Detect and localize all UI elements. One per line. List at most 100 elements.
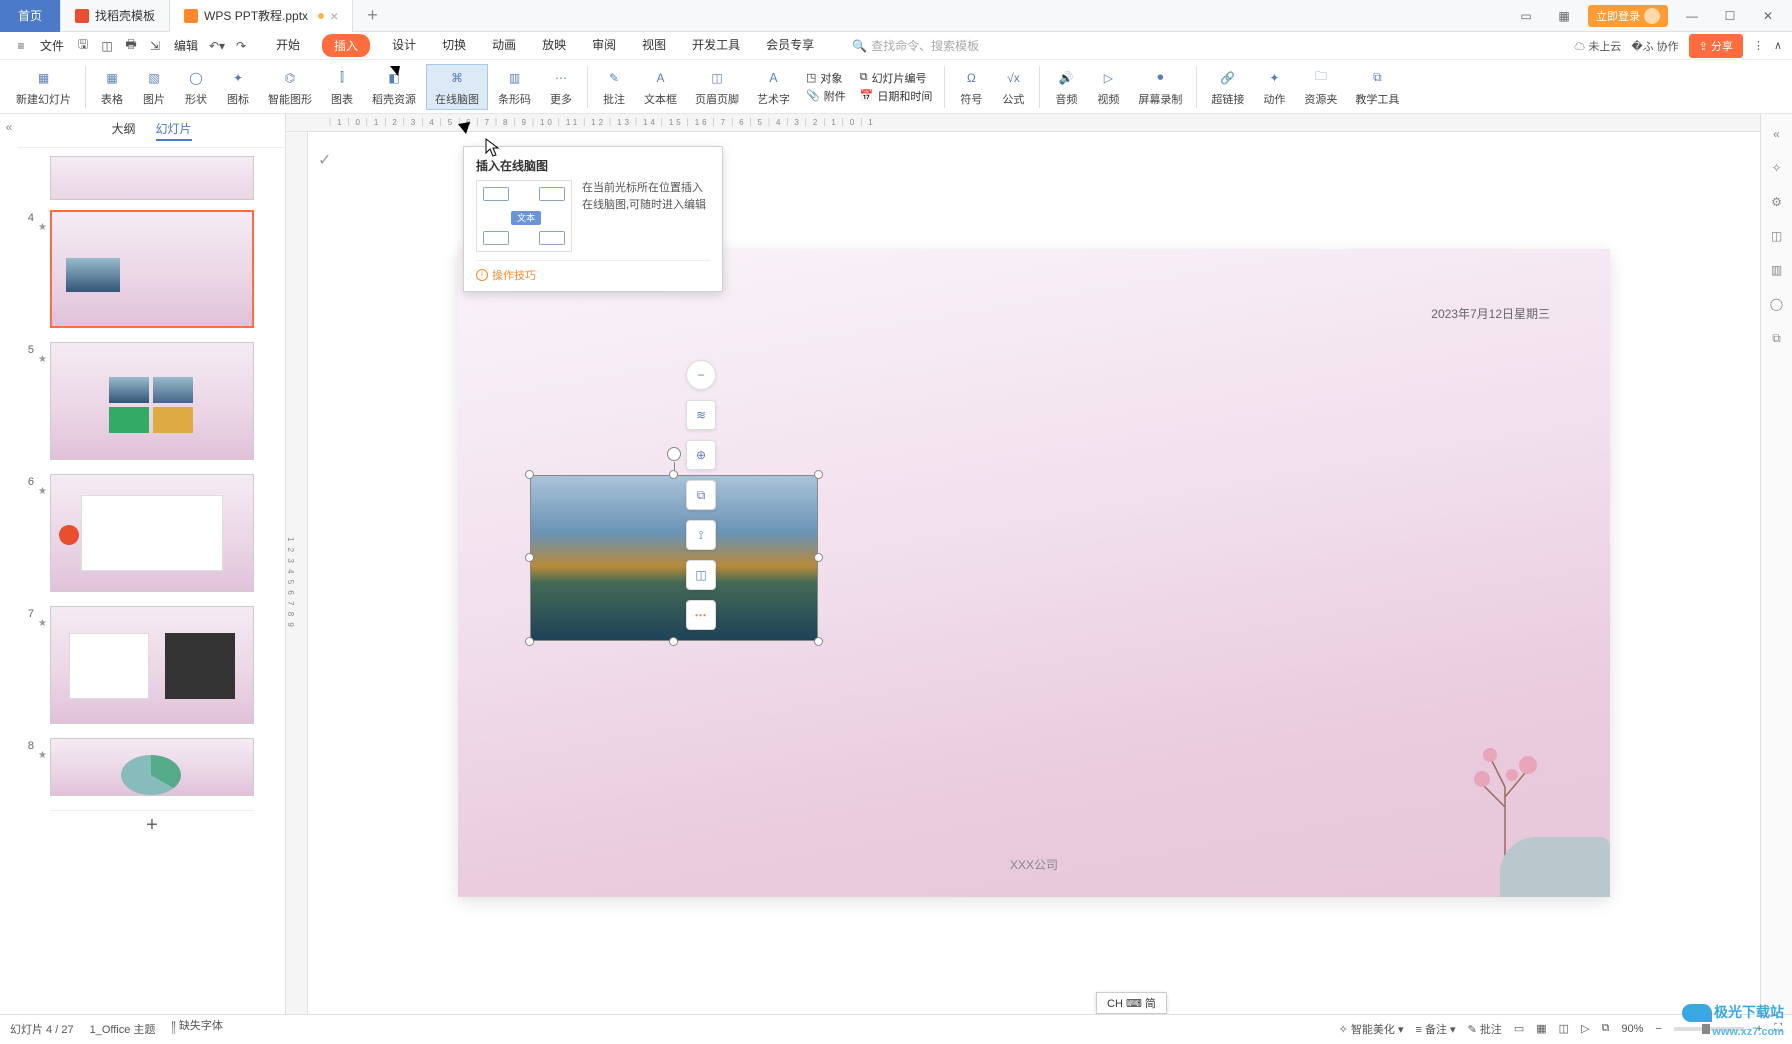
tab-docs-template[interactable]: 找稻壳模板 [61, 0, 170, 32]
rib-wordart[interactable]: Ａ艺术字 [749, 65, 798, 109]
tab-show[interactable]: 放映 [538, 34, 570, 57]
rib-resource[interactable]: 🗀资源夹 [1296, 65, 1345, 109]
view-normal-icon[interactable]: ▭ [1514, 1022, 1524, 1035]
handle-mr[interactable] [814, 553, 823, 562]
print-icon[interactable]: 🖶 [120, 35, 142, 57]
rib-more[interactable]: ⋯更多 [541, 65, 581, 109]
view-slideshow-icon[interactable]: ▷ [1581, 1022, 1589, 1035]
tab-review[interactable]: 审阅 [588, 34, 620, 57]
tab-slides[interactable]: 幻灯片 [156, 120, 192, 141]
rs-expand-icon[interactable]: « [1767, 124, 1787, 144]
tab-member[interactable]: 会员专享 [762, 34, 818, 57]
comments-button[interactable]: ✎ 批注 [1468, 1021, 1502, 1037]
tab-insert[interactable]: 插入 [322, 34, 370, 57]
thumbnails[interactable]: 4★ 5★ 6★ 7★ 8★ [18, 148, 285, 1014]
tool-pin-icon[interactable]: ⟟ [686, 520, 716, 550]
rib-slide-number[interactable]: ⧉幻灯片编号 [860, 70, 933, 86]
view-sorter-icon[interactable]: ▦ [1536, 1022, 1546, 1035]
thumb-4[interactable] [50, 210, 254, 328]
command-search[interactable]: 🔍 查找命令、搜索模板 [852, 37, 979, 54]
tab-view[interactable]: 视图 [638, 34, 670, 57]
rotate-handle[interactable] [667, 447, 681, 461]
rib-iconlib[interactable]: ✦图标 [218, 65, 258, 109]
apps-icon[interactable]: ▦ [1550, 2, 1578, 30]
close-icon[interactable]: × [330, 8, 338, 24]
rib-table[interactable]: ▦表格 [92, 65, 132, 109]
rib-symbol[interactable]: Ω符号 [951, 65, 991, 109]
handle-tc[interactable] [669, 470, 678, 479]
rib-object[interactable]: ◳对象 [806, 70, 846, 86]
rib-picture[interactable]: ▧图片 [134, 65, 174, 109]
beautify-button[interactable]: ✧ 智能美化 ▾ [1339, 1021, 1404, 1037]
thumb-prev[interactable] [50, 156, 254, 200]
export-icon[interactable]: ⇲ [144, 35, 166, 57]
redo-icon[interactable]: ↷ [230, 35, 252, 57]
rs-layers-icon[interactable]: ▥ [1767, 260, 1787, 280]
handle-br[interactable] [814, 637, 823, 646]
rib-audio[interactable]: 🔊音频 [1046, 65, 1086, 109]
undo-icon[interactable]: ↶▾ [206, 35, 228, 57]
tool-replace-icon[interactable]: ◫ [686, 560, 716, 590]
left-collapse[interactable]: « [0, 114, 18, 1014]
rib-chart[interactable]: ⫿图表 [322, 65, 362, 109]
status-theme[interactable]: 1_Office 主题 [90, 1021, 156, 1037]
rib-shape[interactable]: ◯形状 [176, 65, 216, 109]
rib-new-slide[interactable]: ▦新建幻灯片 [8, 65, 79, 109]
rs-panel-icon[interactable]: ◫ [1767, 226, 1787, 246]
handle-bc[interactable] [669, 637, 678, 646]
rib-datetime[interactable]: 📅日期和时间 [860, 88, 933, 104]
tool-collapse[interactable]: − [686, 360, 716, 390]
coop-button[interactable]: �ふ 协作 [1631, 38, 1678, 54]
rib-hyperlink[interactable]: 🔗超链接 [1203, 65, 1252, 109]
rib-attachment[interactable]: 📎附件 [806, 88, 846, 104]
status-font[interactable]: ༎ 缺失字体 [171, 1013, 222, 1044]
ime-indicator[interactable]: CH ⌨ 简 [1096, 992, 1167, 1014]
tab-outline[interactable]: 大纲 [111, 120, 135, 141]
collapse-icon[interactable]: ∧ [1774, 39, 1782, 52]
tab-devtools[interactable]: 开发工具 [688, 34, 744, 57]
popup-tip-link[interactable]: ! 操作技巧 [476, 260, 710, 283]
tab-animation[interactable]: 动画 [488, 34, 520, 57]
tool-more-icon[interactable]: ⋯ [686, 600, 716, 630]
rib-equation[interactable]: √x公式 [993, 65, 1033, 109]
rs-more-icon[interactable]: ⧉ [1767, 328, 1787, 348]
rib-screenrec[interactable]: ⏺屏幕录制 [1130, 65, 1190, 109]
tool-crop-icon[interactable]: ⧉ [686, 480, 716, 510]
login-button[interactable]: 立即登录 [1588, 5, 1668, 27]
rib-video[interactable]: ▷视频 [1088, 65, 1128, 109]
tool-layers-icon[interactable]: ≋ [686, 400, 716, 430]
rs-settings-icon[interactable]: ⚙ [1767, 192, 1787, 212]
more-icon[interactable]: ⋮ [1753, 39, 1764, 52]
maximize-icon[interactable]: ☐ [1716, 2, 1744, 30]
selected-picture[interactable] [530, 475, 818, 641]
rib-barcode[interactable]: ▥条形码 [490, 65, 539, 109]
rib-textbox[interactable]: A文本框 [636, 65, 685, 109]
tab-add[interactable]: + [353, 0, 392, 32]
handle-ml[interactable] [525, 553, 534, 562]
save-icon[interactable]: 🖫 [72, 35, 94, 57]
thumb-8[interactable] [50, 738, 254, 796]
tab-current-file[interactable]: WPS PPT教程.pptx × [170, 0, 353, 32]
close-window-icon[interactable]: ✕ [1754, 2, 1782, 30]
slide[interactable]: 2023年7月12日星期三 XXX公司 4 [458, 249, 1610, 897]
file-menu[interactable]: 文件 [40, 37, 64, 54]
share-button[interactable]: ⇪ 分享 [1689, 34, 1743, 58]
rib-mindmap[interactable]: ⌘在线脑图 [426, 64, 488, 110]
layout-icon[interactable]: ▭ [1512, 2, 1540, 30]
tab-design[interactable]: 设计 [388, 34, 420, 57]
rib-action[interactable]: ✦动作 [1254, 65, 1294, 109]
view-reading-icon[interactable]: ◫ [1559, 1022, 1569, 1035]
rib-header-footer[interactable]: ◫页眉页脚 [687, 65, 747, 109]
tab-transition[interactable]: 切换 [438, 34, 470, 57]
rib-smartart[interactable]: ⌬智能图形 [260, 65, 320, 109]
add-slide-button[interactable]: + [50, 810, 254, 840]
minimize-icon[interactable]: — [1678, 2, 1706, 30]
tab-home[interactable]: 首页 [0, 0, 61, 32]
thumb-7[interactable] [50, 606, 254, 724]
print-preview-icon[interactable]: ◫ [96, 35, 118, 57]
rib-comment[interactable]: ✎批注 [594, 65, 634, 109]
cloud-status[interactable]: ☁ 未上云 [1574, 38, 1621, 54]
handle-tl[interactable] [525, 470, 534, 479]
notes-button[interactable]: ≡ 备注 ▾ [1416, 1021, 1456, 1037]
thumb-5[interactable] [50, 342, 254, 460]
